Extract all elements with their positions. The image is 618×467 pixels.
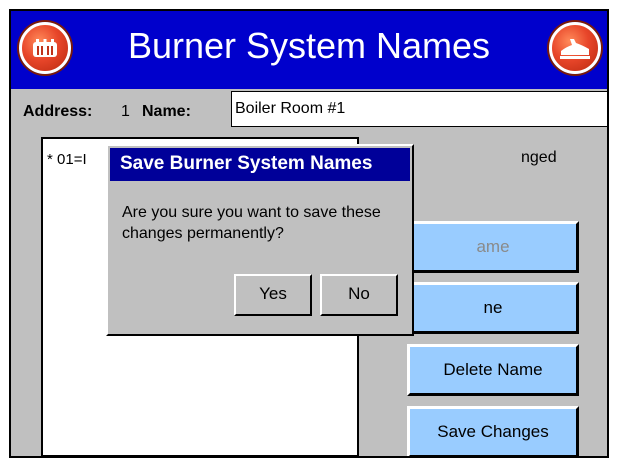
rename-button[interactable]: ne xyxy=(407,282,579,334)
name-label: Name: xyxy=(142,103,191,120)
dialog-title-bar: Save Burner System Names xyxy=(110,148,410,181)
save-changes-button[interactable]: Save Changes xyxy=(407,406,579,456)
address-value: 1 xyxy=(121,103,130,120)
no-button[interactable]: No xyxy=(320,274,398,316)
dialog-message: Are you sure you want to save these chan… xyxy=(122,204,381,242)
dialog-title: Save Burner System Names xyxy=(120,153,373,174)
burner-system-names-window: Burner System Names Address: 1 Name: Boi… xyxy=(9,9,609,458)
exit-icon[interactable] xyxy=(549,22,601,74)
title-bar: Burner System Names xyxy=(11,11,607,89)
page-title: Burner System Names xyxy=(127,25,491,66)
burner-system-icon-graphic xyxy=(33,39,57,57)
save-confirm-dialog: Save Burner System Names Are you sure yo… xyxy=(106,144,414,336)
add-name-button[interactable]: ame xyxy=(407,221,579,273)
status-text: nged xyxy=(521,149,557,166)
exit-icon-graphic xyxy=(560,39,590,59)
list-item[interactable]: * 01=I xyxy=(47,151,87,168)
yes-button[interactable]: Yes xyxy=(234,274,312,316)
delete-name-button[interactable]: Delete Name xyxy=(407,344,579,396)
burner-system-icon[interactable] xyxy=(19,22,71,74)
address-label: Address: xyxy=(23,103,93,120)
name-field[interactable]: Boiler Room #1 xyxy=(231,91,607,127)
